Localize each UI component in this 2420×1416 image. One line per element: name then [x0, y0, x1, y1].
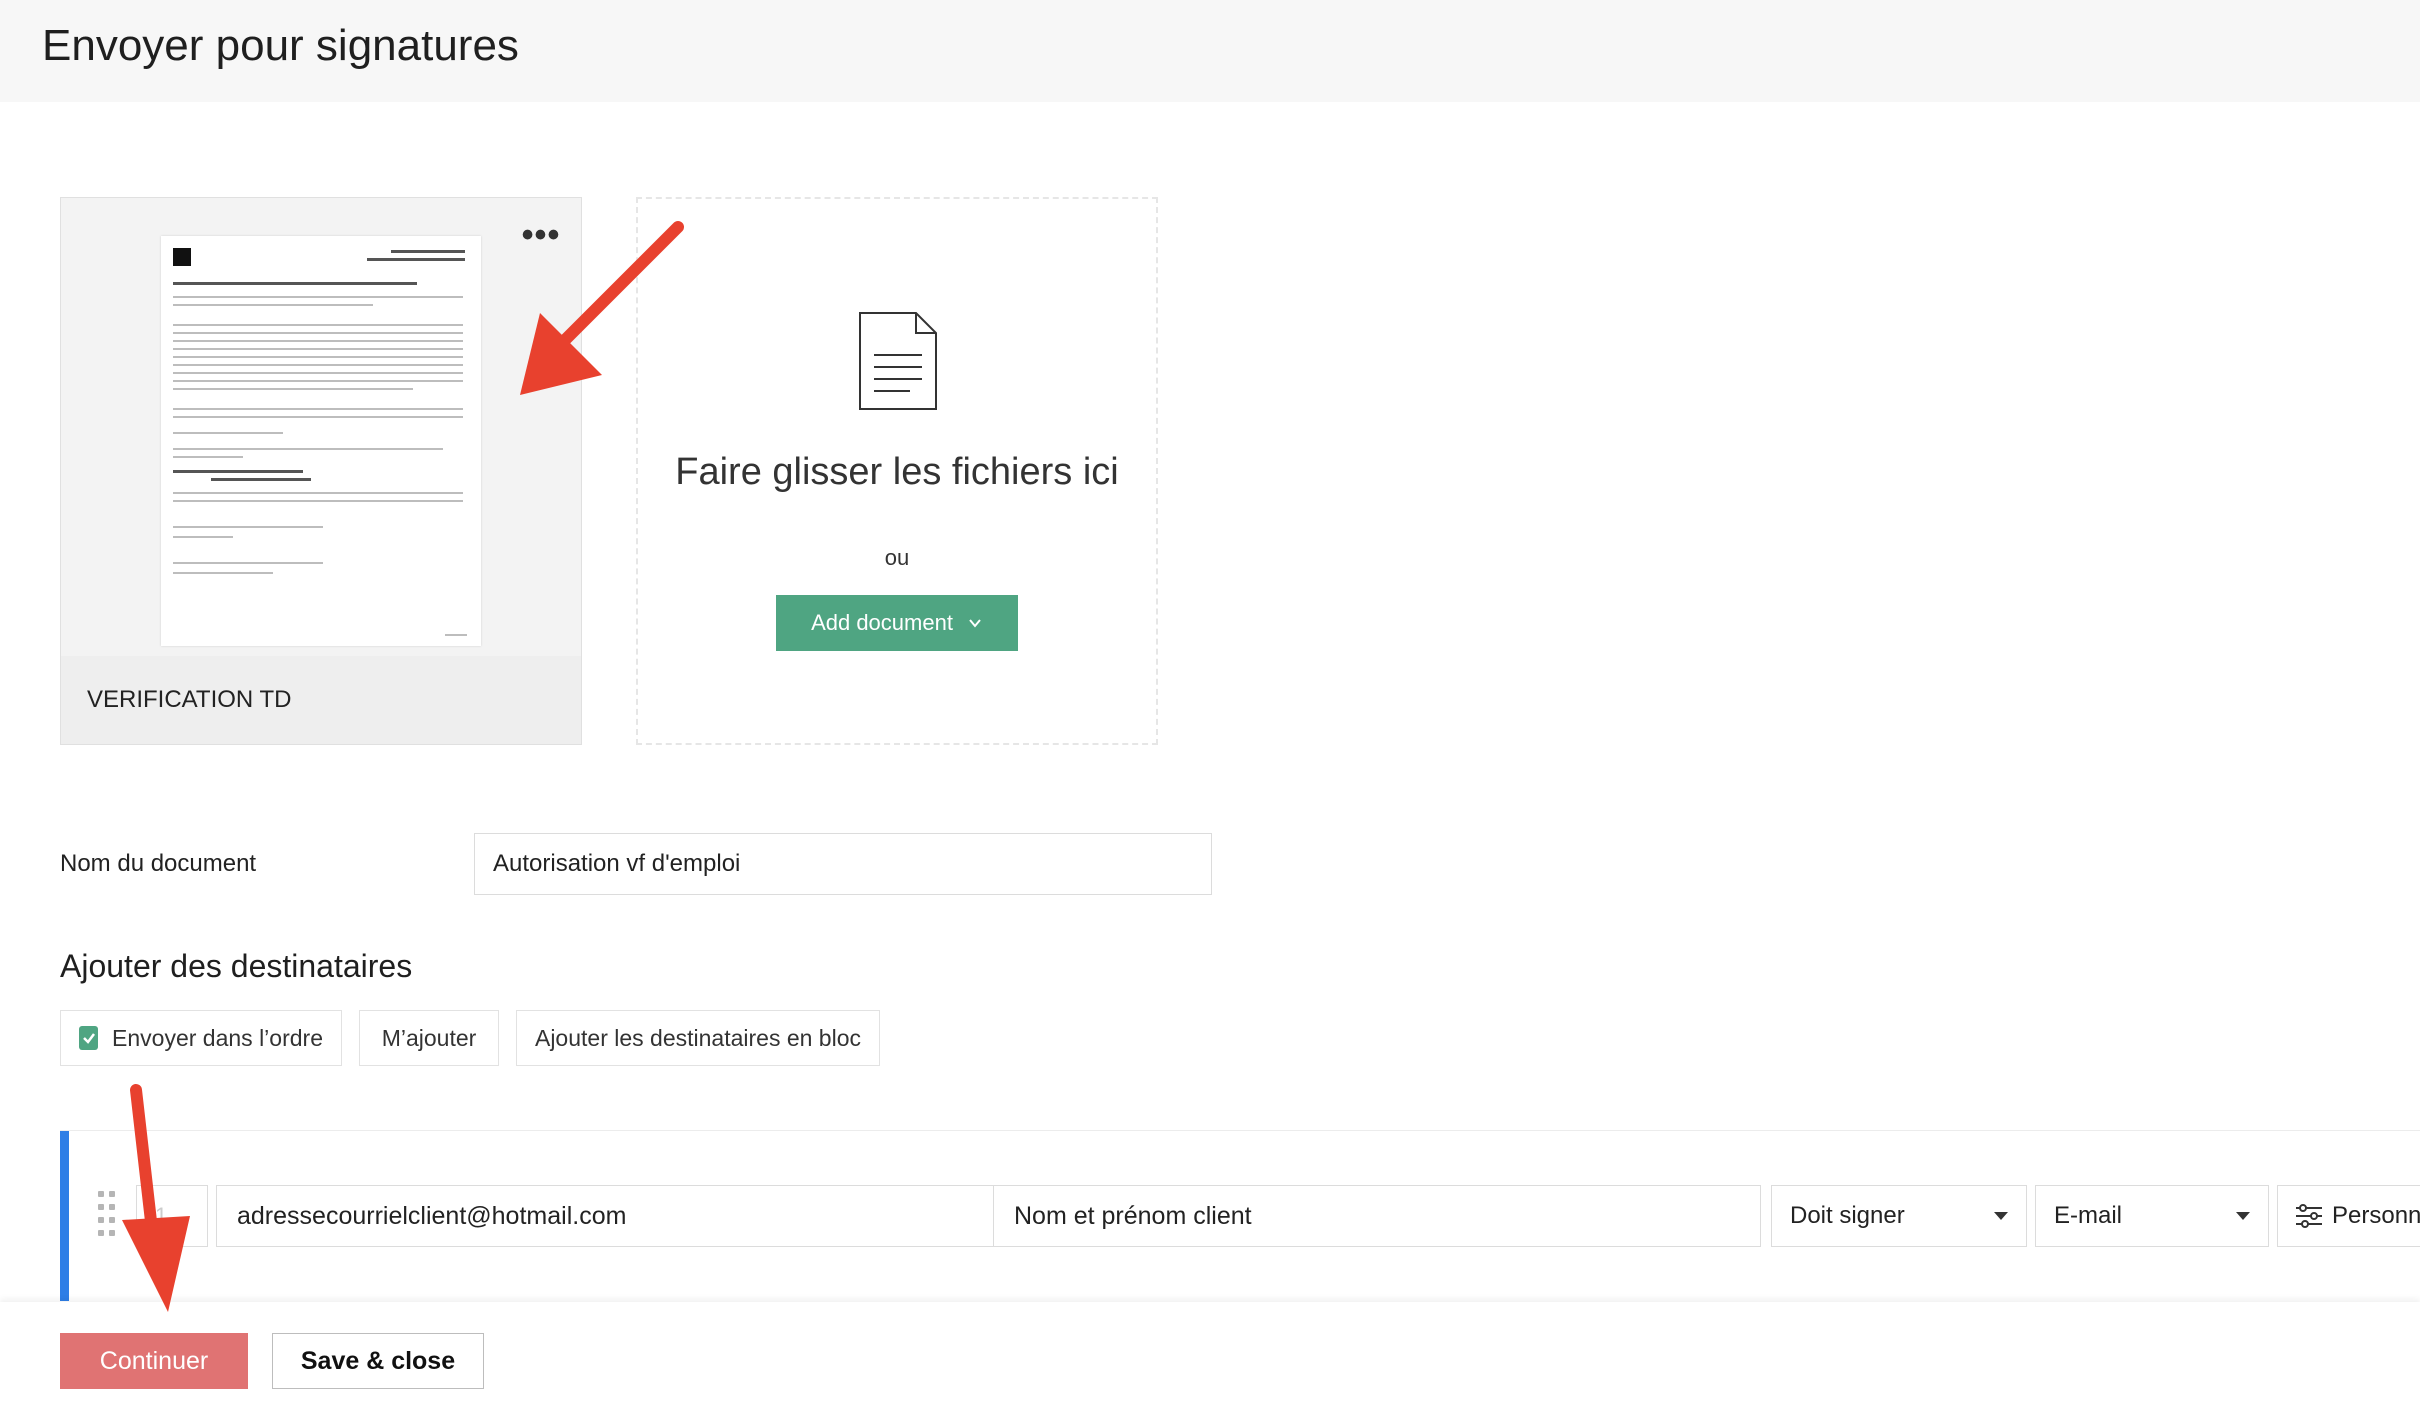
document-card-footer: VERIFICATION TD: [61, 656, 581, 744]
recipient-delivery-select[interactable]: E-mail: [2035, 1185, 2269, 1247]
or-separator: ou: [884, 545, 910, 570]
add-document-label: Add document: [811, 610, 953, 635]
send-in-order-toggle[interactable]: Envoyer dans l’ordre: [60, 1010, 342, 1066]
add-me-button[interactable]: M’ajouter: [359, 1010, 499, 1066]
continue-button[interactable]: Continuer: [60, 1333, 248, 1389]
chevron-down-icon: [969, 619, 981, 628]
recipient-order-field[interactable]: 1: [136, 1185, 208, 1247]
document-menu-icon[interactable]: •••: [521, 218, 561, 252]
recipients-title: Ajouter des destinataires: [60, 948, 413, 984]
recipient-row-accent: [60, 1131, 69, 1301]
page-header: Envoyer pour signatures: [0, 0, 2420, 102]
document-name-input[interactable]: [474, 833, 1212, 895]
recipient-email-input[interactable]: [216, 1185, 1044, 1247]
page-title: Envoyer pour signatures: [42, 21, 519, 70]
personalize-button[interactable]: Personn: [2277, 1185, 2420, 1247]
caret-down-icon: [2236, 1212, 2250, 1220]
bulk-add-recipients-button[interactable]: Ajouter les destinataires en bloc: [516, 1010, 880, 1066]
recipient-row: 1 Doit signer E-mail Personn: [60, 1130, 2420, 1301]
document-logo: [173, 248, 191, 266]
recipient-role-select[interactable]: Doit signer: [1771, 1185, 2027, 1247]
save-close-button[interactable]: Save & close: [272, 1333, 484, 1389]
recipient-delivery-value: E-mail: [2054, 1202, 2123, 1229]
sliders-icon: [2296, 1204, 2322, 1228]
send-in-order-checkbox[interactable]: [79, 1026, 99, 1050]
recipient-role-value: Doit signer: [1790, 1202, 1905, 1229]
document-card[interactable]: ••• VERIFICATION TD: [60, 197, 582, 745]
drag-handle-icon[interactable]: [98, 1191, 118, 1237]
recipient-name-input[interactable]: [993, 1185, 1761, 1247]
document-title: VERIFICATION TD: [87, 686, 292, 713]
document-name-label: Nom du document: [60, 850, 257, 877]
check-icon: [82, 1033, 95, 1044]
footer-bar: Continuer Save & close: [0, 1302, 2420, 1416]
file-icon: [859, 312, 937, 410]
send-in-order-label: Envoyer dans l’ordre: [112, 1024, 323, 1051]
add-document-button[interactable]: Add document: [776, 595, 1018, 651]
caret-down-icon: [1994, 1212, 2008, 1220]
file-drop-zone[interactable]: Faire glisser les fichiers ici ou Add do…: [636, 197, 1158, 745]
document-thumbnail: [161, 236, 481, 646]
personalize-label: Personn: [2332, 1202, 2420, 1229]
document-thumbnail-area: •••: [61, 198, 581, 656]
drop-zone-text: Faire glisser les fichiers ici: [675, 451, 1119, 493]
